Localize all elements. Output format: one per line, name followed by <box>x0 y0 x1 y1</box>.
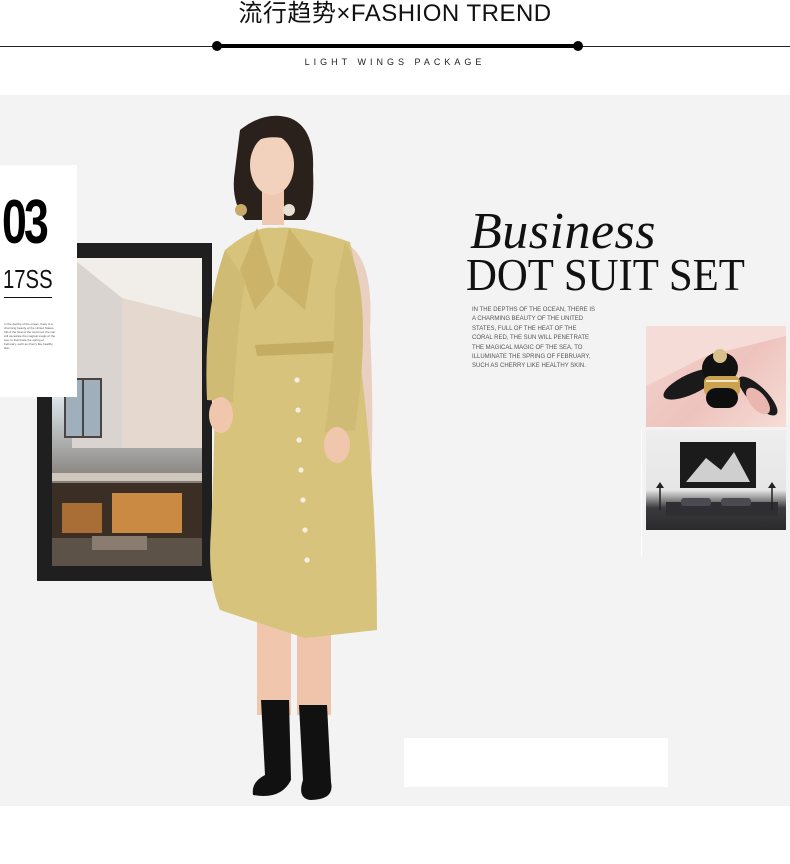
section-title: 流行趋势×FASHION TREND <box>238 0 552 27</box>
section-number: 03 <box>2 188 49 257</box>
season-label: 17SS <box>3 264 53 294</box>
bee-brooch-illustration <box>646 326 786 416</box>
header-dot-left <box>212 41 222 51</box>
bedroom-illustration <box>656 442 778 516</box>
thumbnail-divider <box>641 430 642 556</box>
model-figure <box>206 115 377 800</box>
section-subtitle: LIGHT WINGS PACKAGE <box>304 57 486 67</box>
header-bar <box>217 44 578 48</box>
headline-main: DOT SUIT SET <box>466 249 745 300</box>
card-fine-print: In the depths of the ocean, there is a c… <box>4 322 56 350</box>
season-rule <box>4 297 52 298</box>
body-copy: IN THE DEPTHS OF THE OCEAN, THERE IS A C… <box>472 307 596 370</box>
brooch-photo <box>646 326 786 427</box>
header-dot-right <box>573 41 583 51</box>
bedroom-photo <box>646 430 786 530</box>
header-rule-left <box>0 46 217 47</box>
caption-box <box>404 738 668 787</box>
header-rule-right <box>578 46 790 47</box>
